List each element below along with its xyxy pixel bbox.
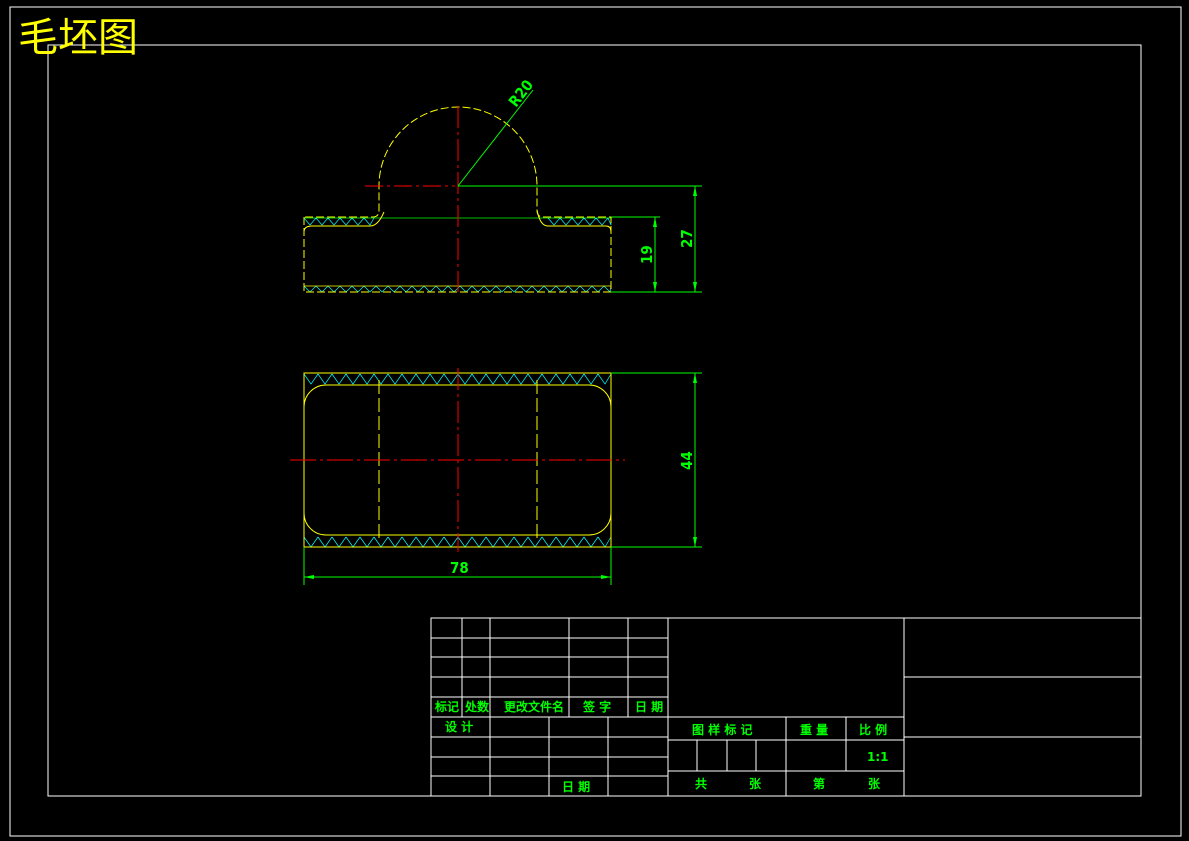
- tb-date2-label: 日 期: [562, 779, 590, 794]
- inner-frame: [47, 44, 1142, 797]
- plan-view: 44 78: [290, 368, 702, 585]
- dimension-78-text: 78: [450, 559, 469, 577]
- tb-design-label: 设 计: [445, 719, 473, 734]
- drawing-title: 毛坯图: [18, 15, 138, 61]
- tb-weight-label: 重 量: [800, 722, 828, 737]
- dimension-44-text: 44: [678, 451, 696, 470]
- dimension-27-text: 27: [678, 229, 696, 248]
- tb-sheet-unit-2: 张: [868, 776, 881, 791]
- hatch-zigzag: [547, 217, 612, 226]
- tb-count-label: 处数: [464, 699, 490, 714]
- hatch-zigzag: [303, 217, 375, 226]
- tb-sheet-no-label: 第: [813, 776, 825, 791]
- tb-total-label: 共: [695, 776, 707, 791]
- tb-date-label: 日 期: [635, 699, 663, 714]
- tb-change-doc-label: 更改文件名: [504, 699, 564, 714]
- front-view: R20 19 27: [303, 76, 702, 293]
- tb-scale-value: 1:1: [867, 750, 889, 764]
- dimension-19-text: 19: [638, 245, 656, 264]
- tb-sample-mark-label: 图 样 标 记: [692, 722, 753, 737]
- tb-sheet-unit-1: 张: [749, 776, 762, 791]
- radius-dimension-text: R20: [505, 76, 537, 110]
- drawing-canvas: R20 19 27 44 78 标记 处数 更改文件名 签 字 日 期 设 计 …: [9, 6, 1182, 837]
- tb-scale-label: 比 例: [859, 722, 887, 737]
- tb-signature-label: 签 字: [582, 699, 611, 714]
- tb-mark-label: 标记: [434, 699, 459, 714]
